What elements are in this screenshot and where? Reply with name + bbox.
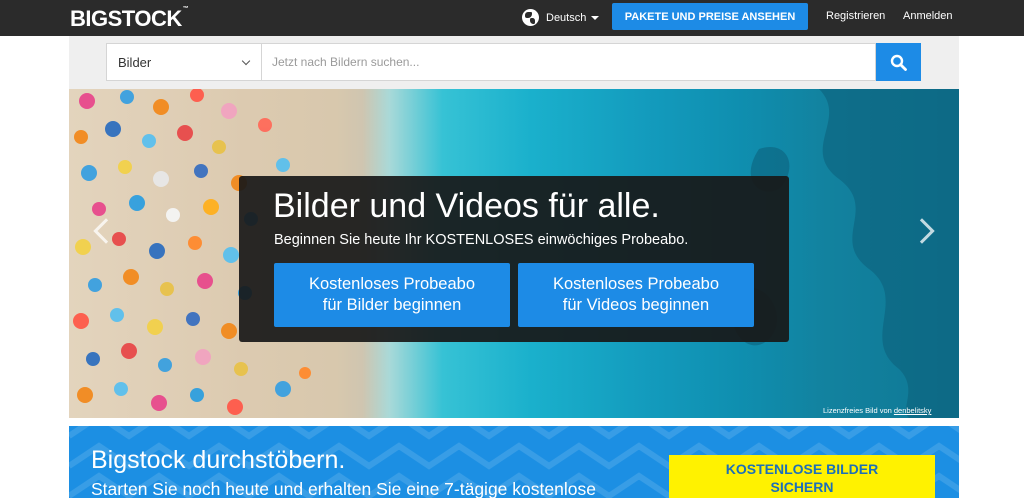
trial-images-button-line1: Kostenloses Probeabo — [308, 275, 476, 293]
login-link[interactable]: Anmelden — [903, 10, 953, 22]
pricing-button[interactable]: PAKETE UND PREISE ANSEHEN — [612, 3, 808, 30]
trial-videos-button-line2: für Videos beginnen — [562, 296, 710, 314]
search-category-select[interactable]: Bilder — [106, 43, 262, 81]
language-label: Deutsch — [546, 11, 587, 24]
trial-videos-button[interactable]: Kostenloses Probeabo für Videos beginnen — [518, 263, 754, 327]
caret-down-icon — [591, 15, 600, 20]
free-images-button-line2: SICHERN — [770, 479, 834, 495]
hero-subtitle: Beginnen Sie heute Ihr KOSTENLOSES einwö… — [274, 232, 689, 248]
trial-images-button[interactable]: Kostenloses Probeabo für Bilder beginnen — [274, 263, 510, 327]
chevron-down-icon — [241, 56, 251, 66]
trial-images-button-line2: für Bilder beginnen — [322, 296, 462, 314]
bigstock-logo[interactable]: BIGSTOCK™ — [70, 6, 189, 32]
search-category-label: Bilder — [118, 54, 152, 70]
language-selector[interactable]: Deutsch — [522, 9, 600, 26]
globe-icon — [522, 9, 539, 26]
search-button[interactable] — [876, 43, 921, 81]
browse-subtitle: Starten Sie noch heute und erhalten Sie … — [91, 479, 596, 499]
search-input[interactable] — [262, 43, 876, 81]
hero-title: Bilder und Videos für alle. — [273, 187, 660, 225]
image-credit: Lizenzfreies Bild von denbelitsky — [823, 406, 932, 415]
search-icon — [890, 54, 907, 71]
trial-videos-button-line1: Kostenloses Probeabo — [552, 275, 720, 293]
free-images-button[interactable]: KOSTENLOSE BILDER SICHERN — [669, 455, 935, 498]
credit-author-link[interactable]: denbelitsky — [894, 406, 932, 415]
register-link[interactable]: Registrieren — [826, 10, 885, 22]
browse-title: Bigstock durchstöbern. — [91, 446, 346, 474]
free-images-button-line1: KOSTENLOSE BILDER — [725, 461, 879, 477]
